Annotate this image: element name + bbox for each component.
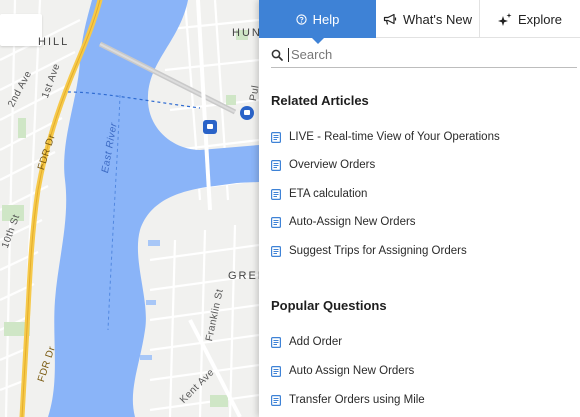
related-article-label: ETA calculation bbox=[289, 188, 368, 200]
document-icon bbox=[271, 216, 281, 228]
search-input[interactable] bbox=[289, 47, 559, 62]
tab-explore-label: Explore bbox=[517, 11, 563, 27]
popular-question-label: Transfer Orders using Mile bbox=[289, 394, 425, 406]
help-tabs: Help What's New Explore bbox=[259, 0, 580, 44]
popular-question-item[interactable]: Transfer Orders using Mile bbox=[271, 391, 425, 409]
popular-question-item[interactable]: Auto Assign New Orders bbox=[271, 362, 414, 380]
document-icon bbox=[271, 365, 281, 377]
megaphone-icon bbox=[383, 13, 397, 26]
related-article-item[interactable]: Overview Orders bbox=[271, 156, 375, 174]
related-article-item[interactable]: Auto-Assign New Orders bbox=[271, 213, 416, 231]
help-panel: Help What's New Explore Related Articles… bbox=[259, 0, 580, 417]
help-search bbox=[271, 42, 577, 68]
document-icon bbox=[271, 245, 281, 257]
map-label-hun: HUN bbox=[232, 27, 262, 39]
related-article-label: Suggest Trips for Assigning Orders bbox=[289, 245, 467, 257]
related-article-item[interactable]: LIVE - Real-time View of Your Operations bbox=[271, 128, 500, 146]
subway-station-icon[interactable] bbox=[240, 106, 254, 120]
related-article-label: LIVE - Real-time View of Your Operations bbox=[289, 131, 500, 143]
map-label-hill: HILL bbox=[38, 36, 70, 48]
search-icon bbox=[271, 49, 287, 61]
tab-whats-new[interactable]: What's New bbox=[376, 0, 480, 38]
document-icon bbox=[271, 336, 281, 348]
related-article-label: Auto-Assign New Orders bbox=[289, 216, 416, 228]
related-articles-title: Related Articles bbox=[271, 93, 369, 108]
tab-whats-new-label: What's New bbox=[403, 11, 472, 27]
popular-question-label: Auto Assign New Orders bbox=[289, 365, 415, 377]
help-circle-icon bbox=[295, 13, 307, 25]
map-control-box[interactable] bbox=[0, 14, 42, 46]
related-article-item[interactable]: Suggest Trips for Assigning Orders bbox=[271, 242, 467, 260]
related-article-item[interactable]: ETA calculation bbox=[271, 185, 367, 203]
document-icon bbox=[271, 394, 281, 406]
tab-help[interactable]: Help bbox=[259, 0, 376, 44]
sparkle-icon bbox=[497, 12, 512, 26]
popular-question-label: Add Order bbox=[289, 336, 343, 348]
document-icon bbox=[271, 188, 281, 200]
popular-question-item[interactable]: Add Order bbox=[271, 333, 342, 351]
related-article-label: Overview Orders bbox=[289, 159, 376, 171]
popular-questions-title: Popular Questions bbox=[271, 298, 387, 313]
document-icon bbox=[271, 159, 281, 171]
transit-station-icon[interactable] bbox=[203, 120, 217, 134]
tab-help-label: Help bbox=[312, 11, 340, 27]
document-icon bbox=[271, 131, 281, 143]
tab-explore[interactable]: Explore bbox=[480, 0, 580, 38]
